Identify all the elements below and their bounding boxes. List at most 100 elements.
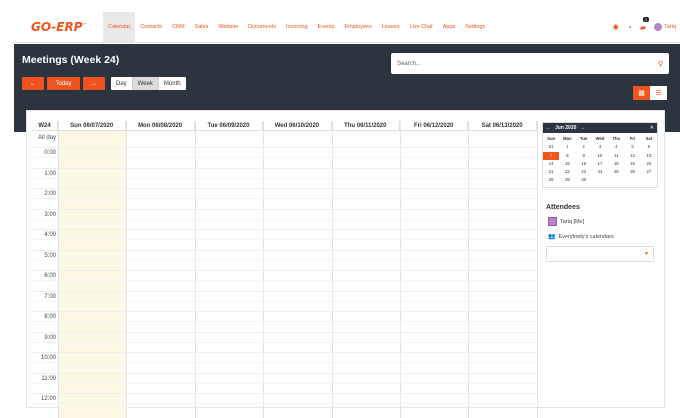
search-icon[interactable]: ⚲ <box>658 60 663 68</box>
mini-day[interactable]: 22 <box>559 168 575 176</box>
weekday-label: Tue <box>580 136 588 141</box>
user-menu[interactable]: Tariq <box>654 23 676 31</box>
close-icon[interactable]: ✕ <box>650 125 654 131</box>
mini-day[interactable]: 1 <box>559 143 575 151</box>
everybody-calendars-label: Everybody's calendars <box>558 233 614 240</box>
user-name: Tariq <box>664 24 676 30</box>
nav-item-live-chat[interactable]: Live Chat <box>404 12 437 42</box>
mini-day[interactable]: 10 <box>592 152 608 160</box>
messages-icon[interactable]: ▰ 1 <box>640 16 650 32</box>
time-label: 9:00 <box>44 334 56 341</box>
mini-day[interactable]: 31 <box>543 143 559 151</box>
nav-item-employees[interactable]: Employees <box>340 12 377 42</box>
nav-item-crm[interactable]: CRM <box>167 12 190 42</box>
chevron-down-icon: ▼ <box>644 251 649 257</box>
day-header[interactable]: Sat 06/13/2020 <box>468 121 537 131</box>
mini-day[interactable]: 14 <box>543 160 559 168</box>
mini-day[interactable]: 23 <box>576 168 592 176</box>
weekday-label: Wed <box>595 136 605 141</box>
day-header[interactable]: Fri 06/12/2020 <box>400 121 469 131</box>
today-button[interactable]: Today <box>47 77 80 90</box>
day-header[interactable]: Thu 06/11/2020 <box>331 121 400 131</box>
mini-day[interactable]: 13 <box>641 152 657 160</box>
half-hour-line <box>32 157 537 159</box>
mini-day[interactable]: 20 <box>641 160 657 168</box>
mini-day[interactable]: 2 <box>576 143 592 151</box>
mini-day[interactable]: 24 <box>592 168 608 176</box>
mini-day[interactable]: 9 <box>576 152 592 160</box>
mini-day[interactable]: 7 <box>543 151 560 160</box>
week-number: W24 <box>32 121 58 131</box>
mini-day[interactable]: 12 <box>624 152 640 160</box>
search-input[interactable]: Search... ⚲ <box>391 53 669 74</box>
hour-line <box>32 208 537 210</box>
nav-item-apps[interactable]: Apps <box>438 12 461 42</box>
mini-day[interactable]: 28 <box>543 176 559 184</box>
calendar-icon: ▦ <box>638 90 645 97</box>
nav-item-events[interactable]: Events <box>313 12 340 42</box>
mini-calendar-header: ← Jun 2020 → ✕ <box>543 123 657 133</box>
attendee-select[interactable]: ▼ <box>546 246 654 262</box>
mini-next-icon[interactable]: → <box>580 125 585 131</box>
mini-day[interactable]: 11 <box>608 152 624 160</box>
hour-line <box>32 167 537 169</box>
calendar-view-button[interactable]: ▦ <box>633 86 650 100</box>
mini-day[interactable]: 21 <box>543 168 559 176</box>
mini-month: Jun 2020 <box>555 125 577 131</box>
mini-day[interactable]: 27 <box>641 168 657 176</box>
everybody-calendars[interactable]: 👥 Everybody's calendars <box>548 233 614 241</box>
mini-day[interactable]: 16 <box>576 160 592 168</box>
nav-item-contacts[interactable]: Contacts <box>135 12 167 42</box>
time-label: 6:00 <box>44 273 56 279</box>
day-header[interactable]: Tue 06/09/2020 <box>194 121 264 131</box>
day-header[interactable]: Sun 06/07/2020 <box>58 121 127 131</box>
view-switcher: ▦ ☰ <box>633 86 667 100</box>
mini-day[interactable]: 4 <box>608 143 624 151</box>
app-logo[interactable]: GO-ERP™ <box>31 20 103 34</box>
mini-day[interactable]: 15 <box>559 160 575 168</box>
all-day-label: All day <box>37 135 56 141</box>
scale-month-button[interactable]: Month <box>159 77 186 90</box>
scale-week-button[interactable]: Week <box>132 77 159 90</box>
nav-item-invoicing[interactable]: Invoicing <box>281 12 313 42</box>
mini-prev-icon[interactable]: ← <box>546 125 551 131</box>
half-hour-line <box>32 321 537 323</box>
day-header[interactable]: Mon 06/08/2020 <box>126 121 195 131</box>
main-menu: Calendar Contacts CRM Sales Website Documents… <box>103 12 490 42</box>
half-hour-line <box>32 280 537 282</box>
mini-day[interactable]: 25 <box>608 168 624 176</box>
time-label: 4:00 <box>44 232 56 238</box>
support-icon[interactable]: ✺ <box>612 23 619 32</box>
nav-item-leaves[interactable]: Leaves <box>377 12 405 42</box>
time-label: 3:00 <box>44 211 56 218</box>
nav-item-settings[interactable]: Settings <box>460 12 490 42</box>
next-button[interactable]: → <box>83 77 105 90</box>
time-label: 11:00 <box>41 375 56 382</box>
previous-button[interactable]: ← <box>22 77 44 90</box>
time-label: 2:00 <box>44 191 56 197</box>
day-header[interactable]: Wed 06/10/2020 <box>263 121 332 131</box>
mini-day[interactable]: 5 <box>624 143 640 151</box>
mini-day[interactable]: 17 <box>592 160 608 168</box>
weekday-label: Thu <box>612 136 621 141</box>
activity-icon[interactable]: ◔ <box>627 23 632 32</box>
mini-day[interactable]: 29 <box>559 176 575 184</box>
nav-item-website[interactable]: Website <box>213 12 243 42</box>
mini-day[interactable]: 19 <box>624 160 640 168</box>
scale-day-button[interactable]: Day <box>111 77 133 90</box>
nav-item-documents[interactable]: Documents <box>243 12 281 42</box>
hour-line <box>32 147 537 148</box>
mini-day[interactable]: 6 <box>641 143 657 151</box>
mini-day[interactable]: 18 <box>608 160 624 168</box>
nav-item-sales[interactable]: Sales <box>190 12 214 42</box>
half-hour-line <box>32 403 537 405</box>
list-view-button[interactable]: ☰ <box>650 86 667 100</box>
mini-day[interactable]: 3 <box>592 143 608 151</box>
mini-calendar: ← Jun 2020 → ✕ Sun Mon Tue Wed Thu Fri Sat 31 1 2… <box>542 122 658 188</box>
mini-day[interactable]: 26 <box>624 168 640 176</box>
mini-day[interactable]: 30 <box>576 176 592 184</box>
nav-item-calendar[interactable]: Calendar <box>103 12 136 42</box>
mini-day[interactable]: 8 <box>559 152 575 160</box>
attendee-me[interactable]: Tariq [Me] <box>548 217 584 226</box>
hour-line <box>32 249 537 251</box>
